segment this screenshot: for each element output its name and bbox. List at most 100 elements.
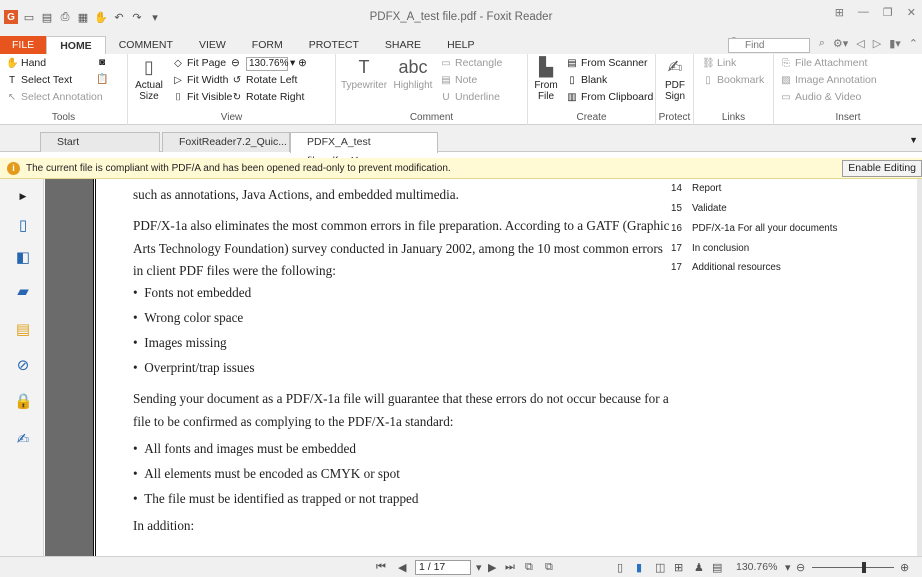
menu-tab-share[interactable]: SHARE	[372, 36, 434, 54]
page-number-input[interactable]: 1 / 17	[415, 560, 471, 575]
group-protect: ✍ PDF Sign Protect	[656, 54, 694, 125]
attachments-icon[interactable]: ⊘	[14, 357, 32, 375]
settings-icon[interactable]: ⚙▾	[833, 37, 848, 50]
menu-tab-view[interactable]: VIEW	[186, 36, 239, 54]
zoom-slider-track[interactable]	[812, 567, 894, 568]
snapshot-button[interactable]: ◙	[96, 57, 108, 68]
rectangle-icon: ▭	[441, 57, 451, 69]
ribbon-display-icon[interactable]: ⊞	[835, 6, 844, 19]
pdf-page: such as annotations, Java Actions, and e…	[93, 179, 917, 556]
layers-icon[interactable]: ◧	[14, 249, 32, 267]
fit-width-button[interactable]: ▷ Fit Width	[172, 74, 228, 86]
single-page-icon[interactable]: ▯	[617, 561, 623, 574]
tab-pdfx-test[interactable]: PDFX_A_test file.pdf✕	[290, 132, 438, 167]
tab-list-icon[interactable]: ▼	[909, 135, 918, 145]
fit-page-button[interactable]: ◇ Fit Page	[172, 57, 226, 69]
underline-button[interactable]: U Underline	[440, 91, 500, 103]
zoom-dropdown-icon[interactable]: ▾	[785, 561, 791, 574]
pdf-sign-button[interactable]: ✍ PDF Sign	[658, 56, 692, 102]
find-input[interactable]: Find	[728, 38, 810, 53]
bullet-item: • All elements must be encoded as CMYK o…	[133, 466, 400, 481]
rotate-right-button[interactable]: ↻ Rotate Right	[231, 91, 305, 103]
toc-entry[interactable]: 15 Validate	[671, 203, 727, 214]
menu-tab-protect[interactable]: PROTECT	[296, 36, 372, 54]
menu-tab-home[interactable]: HOME	[46, 36, 106, 54]
facing-page-icon[interactable]: ◫	[655, 561, 665, 574]
tab-foxit-guide[interactable]: FoxitReader7.2_Quic...	[162, 132, 290, 152]
layout-icon[interactable]: ▮▾	[889, 37, 901, 50]
document-view[interactable]: such as annotations, Java Actions, and e…	[45, 179, 917, 556]
group-links: ⛓ Link ▯ Bookmark Links	[694, 54, 774, 125]
highlight-button[interactable]: abc Highlight	[392, 56, 434, 91]
next-view-icon[interactable]: ⧉	[545, 561, 553, 574]
zoom-out-icon[interactable]: ⊖	[231, 57, 240, 69]
blank-button[interactable]: ▯ Blank	[566, 74, 607, 86]
bookmarks-icon[interactable]: ▰	[14, 283, 32, 301]
hand-button[interactable]: ✋ Hand	[6, 57, 46, 69]
clipboard-button[interactable]: 📋	[96, 74, 108, 85]
note-button[interactable]: ▤ Note	[440, 74, 477, 86]
maximize-icon[interactable]: ❐	[883, 6, 893, 19]
signatures-icon[interactable]: ✍	[14, 431, 32, 449]
typewriter-button[interactable]: T Typewriter	[336, 56, 392, 91]
minimize-icon[interactable]: —	[858, 6, 869, 19]
link-button[interactable]: ⛓ Link	[702, 57, 736, 69]
actual-size-button[interactable]: ▯ Actual Size	[132, 56, 166, 102]
expand-panel-icon[interactable]: ▶	[14, 187, 32, 205]
audio-video-button[interactable]: ▭ Audio & Video	[780, 91, 861, 103]
file-attachment-button[interactable]: ⎘ File Attachment	[780, 57, 867, 69]
from-clipboard-button[interactable]: ▥ From Clipboard	[566, 91, 653, 103]
view-group-label: View	[220, 112, 243, 123]
menu-tab-help[interactable]: HELP	[434, 36, 487, 54]
rectangle-button[interactable]: ▭ Rectangle	[440, 57, 502, 69]
previous-page-icon[interactable]: ◀	[398, 561, 406, 574]
previous-view-icon[interactable]: ⧉	[525, 561, 533, 574]
menu-tab-file[interactable]: FILE	[0, 36, 47, 54]
zoom-out-icon[interactable]: ⊖	[796, 561, 805, 574]
tab-start[interactable]: Start	[40, 132, 160, 152]
last-page-icon[interactable]: ⏭	[505, 561, 515, 574]
notice-message: The current file is compliant with PDF/A…	[26, 163, 451, 174]
from-file-button[interactable]: ▙ From File	[530, 56, 562, 102]
from-scanner-button[interactable]: ▤ From Scanner	[566, 57, 647, 69]
rotate-left-button[interactable]: ↺ Rotate Left	[231, 74, 298, 86]
fit-visible-button[interactable]: ⌷ Fit Visible	[172, 91, 232, 103]
select-text-button[interactable]: T Select Text	[6, 74, 72, 86]
page-dropdown-icon[interactable]: ▾	[476, 561, 482, 574]
reading-mode-icon[interactable]: ♟	[694, 561, 704, 574]
page-thumbnails-icon[interactable]: ▯	[14, 217, 32, 235]
vertical-scrollbar[interactable]	[917, 179, 922, 556]
zoom-dropdown-icon[interactable]: ▾	[290, 57, 295, 69]
image-annotation-button[interactable]: ▨ Image Annotation	[780, 74, 876, 86]
zoom-slider-thumb[interactable]	[862, 562, 866, 573]
toc-entry[interactable]: 17 Additional resources	[671, 262, 781, 273]
status-bar: ⏮ ◀ 1 / 17 ▾ ▶ ⏭ ⧉ ⧉ ▯ ▮ ◫ ⊞ ♟ ▤ 130.76%…	[0, 556, 922, 577]
close-icon[interactable]: ✕	[907, 6, 916, 19]
zoom-in-icon[interactable]: ⊕	[900, 561, 909, 574]
toc-entry[interactable]: 16 PDF/X-1a For all your documents	[671, 223, 837, 234]
text-viewer-icon[interactable]: ▤	[712, 561, 722, 574]
select-annotation-button[interactable]: ↖ Select Annotation	[6, 91, 103, 103]
menu-tab-comment[interactable]: COMMENT	[106, 36, 186, 54]
video-icon: ▭	[781, 91, 791, 103]
continuous-facing-icon[interactable]: ⊞	[674, 561, 683, 574]
rotate-right-icon: ↻	[232, 91, 242, 103]
fit-width-icon: ▷	[174, 74, 182, 86]
previous-icon[interactable]: ◁	[856, 37, 864, 50]
menu-tab-form[interactable]: FORM	[239, 36, 296, 54]
enable-editing-button[interactable]: Enable Editing	[842, 160, 922, 177]
first-page-icon[interactable]: ⏮	[376, 561, 386, 574]
zoom-input[interactable]: 130.76%	[246, 57, 288, 71]
zoom-in-icon[interactable]: ⊕	[298, 57, 307, 69]
comments-icon[interactable]: ▤	[14, 321, 32, 339]
toc-entry[interactable]: 17 In conclusion	[671, 243, 749, 254]
next-page-icon[interactable]: ▶	[488, 561, 496, 574]
bookmark-button[interactable]: ▯ Bookmark	[702, 74, 764, 86]
collapse-ribbon-icon[interactable]: ⌃	[909, 37, 918, 50]
security-lock-icon[interactable]: 🔒	[14, 393, 33, 411]
continuous-page-icon[interactable]: ▮	[636, 561, 642, 574]
search-icon[interactable]: ⌕	[819, 37, 825, 50]
next-icon[interactable]: ▷	[873, 37, 881, 50]
toc-entry[interactable]: 14 Report	[671, 183, 721, 194]
fit-visible-icon: ⌷	[175, 91, 181, 103]
